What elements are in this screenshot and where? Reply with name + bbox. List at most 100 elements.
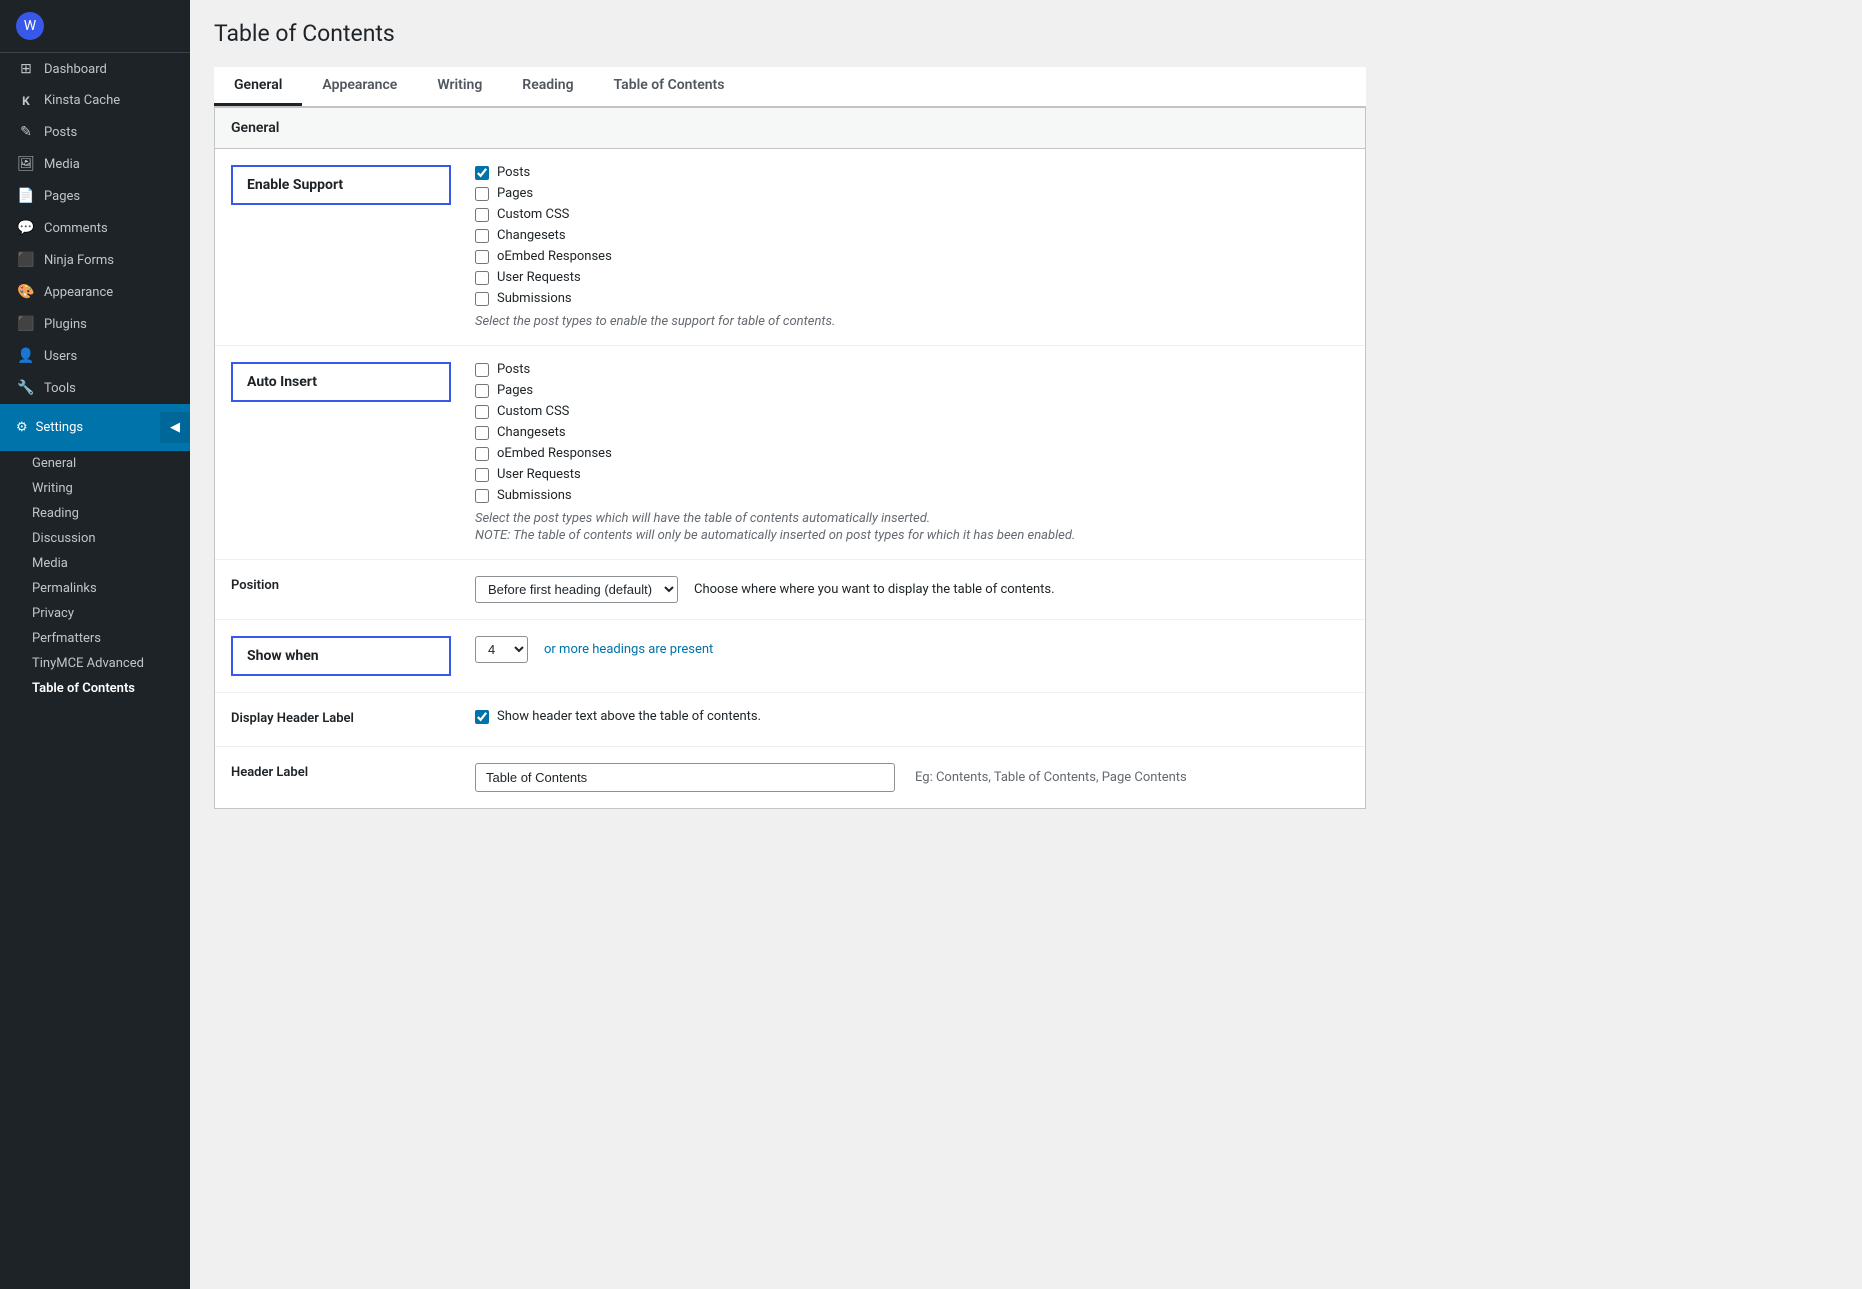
ninja-forms-icon: ⬛ <box>16 252 36 268</box>
checkbox-ai-pages-label[interactable]: Pages <box>497 383 533 398</box>
sidebar-sub-item-permalinks[interactable]: Permalinks <box>0 576 190 601</box>
display-header-label-label: Display Header Label <box>231 709 451 726</box>
checkbox-ai-posts: Posts <box>475 362 1349 377</box>
users-icon: 👤 <box>16 348 36 364</box>
toc-nav-appearance[interactable]: Appearance <box>302 67 417 106</box>
auto-insert-description: Select the post types which will have th… <box>475 511 1349 526</box>
checkbox-es-user-requests-input[interactable] <box>475 271 489 285</box>
show-when-inline: 1 2 3 4 5 6 7 8 9 10 or more headings ar… <box>475 636 1349 663</box>
sidebar-sub-item-privacy[interactable]: Privacy <box>0 601 190 626</box>
checkbox-es-custom-css: Custom CSS <box>475 207 1349 222</box>
toc-nav-reading[interactable]: Reading <box>502 67 593 106</box>
comments-icon: 💬 <box>16 220 36 236</box>
show-when-select[interactable]: 1 2 3 4 5 6 7 8 9 10 <box>475 636 528 663</box>
checkbox-es-pages-input[interactable] <box>475 187 489 201</box>
section-title: General <box>215 108 1365 149</box>
kinsta-icon: K <box>16 94 36 108</box>
enable-support-row: Enable Support Posts Pages Custom CSS <box>215 149 1365 346</box>
media-icon: 🖼 <box>16 156 36 172</box>
sidebar-sub-item-general[interactable]: General <box>0 451 190 476</box>
checkbox-es-custom-css-input[interactable] <box>475 208 489 222</box>
checkbox-ai-submissions-input[interactable] <box>475 489 489 503</box>
toc-nav-writing[interactable]: Writing <box>417 67 502 106</box>
sidebar-sub-item-discussion[interactable]: Discussion <box>0 526 190 551</box>
sidebar-item-pages[interactable]: 📄 Pages <box>0 180 190 212</box>
position-select[interactable]: Before first heading (default) After fir… <box>475 576 678 603</box>
sidebar-sub-item-writing[interactable]: Writing <box>0 476 190 501</box>
checkbox-ai-custom-css-label[interactable]: Custom CSS <box>497 404 569 419</box>
settings-chevron[interactable]: ◀ <box>160 412 190 443</box>
display-header-checkbox-label[interactable]: Show header text above the table of cont… <box>497 709 761 724</box>
checkbox-es-oembed-input[interactable] <box>475 250 489 264</box>
sidebar-item-settings[interactable]: ⚙ Settings ◀ <box>0 404 190 451</box>
position-hint: Choose where where you want to display t… <box>694 582 1055 597</box>
sidebar-item-tools[interactable]: 🔧 Tools <box>0 372 190 404</box>
checkbox-es-changesets-label[interactable]: Changesets <box>497 228 566 243</box>
checkbox-ai-posts-input[interactable] <box>475 363 489 377</box>
main-content: Table of Contents General Appearance Wri… <box>190 0 1862 1289</box>
checkbox-es-submissions: Submissions <box>475 291 1349 306</box>
checkbox-es-user-requests-label[interactable]: User Requests <box>497 270 581 285</box>
pages-icon: 📄 <box>16 188 36 204</box>
header-label-row: Header Label Eg: Contents, Table of Cont… <box>215 747 1365 808</box>
position-label: Position <box>231 576 451 593</box>
auto-insert-content: Posts Pages Custom CSS Changesets <box>475 362 1349 543</box>
sidebar: W ⊞ Dashboard K Kinsta Cache ✎ Posts 🖼 M… <box>0 0 190 1289</box>
sidebar-item-posts[interactable]: ✎ Posts <box>0 116 190 148</box>
checkbox-es-changesets-input[interactable] <box>475 229 489 243</box>
plugins-icon: ⬛ <box>16 316 36 332</box>
toc-nav-general[interactable]: General <box>214 67 302 106</box>
auto-insert-note: NOTE: The table of contents will only be… <box>475 528 1349 543</box>
sidebar-item-appearance[interactable]: 🎨 Appearance <box>0 276 190 308</box>
sidebar-sub-item-perfmatters[interactable]: Perfmatters <box>0 626 190 651</box>
checkbox-ai-submissions-label[interactable]: Submissions <box>497 488 572 503</box>
sidebar-sub-item-toc[interactable]: Table of Contents <box>0 676 190 701</box>
sidebar-item-users[interactable]: 👤 Users <box>0 340 190 372</box>
checkbox-ai-submissions: Submissions <box>475 488 1349 503</box>
sidebar-item-kinsta-cache[interactable]: K Kinsta Cache <box>0 85 190 116</box>
checkbox-ai-oembed-input[interactable] <box>475 447 489 461</box>
checkbox-ai-changesets-label[interactable]: Changesets <box>497 425 566 440</box>
checkbox-es-posts-input[interactable] <box>475 166 489 180</box>
auto-insert-row: Auto Insert Posts Pages Custom CSS <box>215 346 1365 560</box>
sidebar-item-dashboard[interactable]: ⊞ Dashboard <box>0 53 190 85</box>
header-label-hint: Eg: Contents, Table of Contents, Page Co… <box>915 770 1187 785</box>
settings-form: General Enable Support Posts Pages Cus <box>214 107 1366 809</box>
checkbox-ai-user-requests-label[interactable]: User Requests <box>497 467 581 482</box>
header-label-content: Eg: Contents, Table of Contents, Page Co… <box>475 763 1349 792</box>
checkbox-ai-changesets-input[interactable] <box>475 426 489 440</box>
toc-nav: General Appearance Writing Reading Table… <box>214 67 1366 107</box>
checkbox-es-submissions-label[interactable]: Submissions <box>497 291 572 306</box>
sidebar-sub-item-media[interactable]: Media <box>0 551 190 576</box>
show-when-content: 1 2 3 4 5 6 7 8 9 10 or more headings ar… <box>475 636 1349 663</box>
checkbox-ai-oembed-label[interactable]: oEmbed Responses <box>497 446 612 461</box>
enable-support-description: Select the post types to enable the supp… <box>475 314 1349 329</box>
checkbox-ai-user-requests-input[interactable] <box>475 468 489 482</box>
toc-nav-toc[interactable]: Table of Contents <box>594 67 745 106</box>
sidebar-item-ninja-forms[interactable]: ⬛ Ninja Forms <box>0 244 190 276</box>
checkbox-ai-oembed: oEmbed Responses <box>475 446 1349 461</box>
header-label-input[interactable] <box>475 763 895 792</box>
display-header-checkbox[interactable] <box>475 710 489 724</box>
checkbox-es-pages-label[interactable]: Pages <box>497 186 533 201</box>
tools-icon: 🔧 <box>16 380 36 396</box>
sidebar-item-plugins[interactable]: ⬛ Plugins <box>0 308 190 340</box>
sidebar-sub-item-reading[interactable]: Reading <box>0 501 190 526</box>
position-row: Position Before first heading (default) … <box>215 560 1365 620</box>
checkbox-ai-custom-css-input[interactable] <box>475 405 489 419</box>
checkbox-ai-pages-input[interactable] <box>475 384 489 398</box>
header-label-label: Header Label <box>231 763 451 780</box>
checkbox-es-oembed-label[interactable]: oEmbed Responses <box>497 249 612 264</box>
posts-icon: ✎ <box>16 124 36 140</box>
show-when-label: Show when <box>231 636 451 676</box>
checkbox-ai-user-requests: User Requests <box>475 467 1349 482</box>
sidebar-sub-item-tinymce[interactable]: TinyMCE Advanced <box>0 651 190 676</box>
checkbox-es-posts-label[interactable]: Posts <box>497 165 530 180</box>
sidebar-item-comments[interactable]: 💬 Comments <box>0 212 190 244</box>
sidebar-item-media[interactable]: 🖼 Media <box>0 148 190 180</box>
checkbox-ai-posts-label[interactable]: Posts <box>497 362 530 377</box>
checkbox-es-changesets: Changesets <box>475 228 1349 243</box>
checkbox-es-submissions-input[interactable] <box>475 292 489 306</box>
checkbox-es-custom-css-label[interactable]: Custom CSS <box>497 207 569 222</box>
display-header-checkbox-row: Show header text above the table of cont… <box>475 709 1349 724</box>
